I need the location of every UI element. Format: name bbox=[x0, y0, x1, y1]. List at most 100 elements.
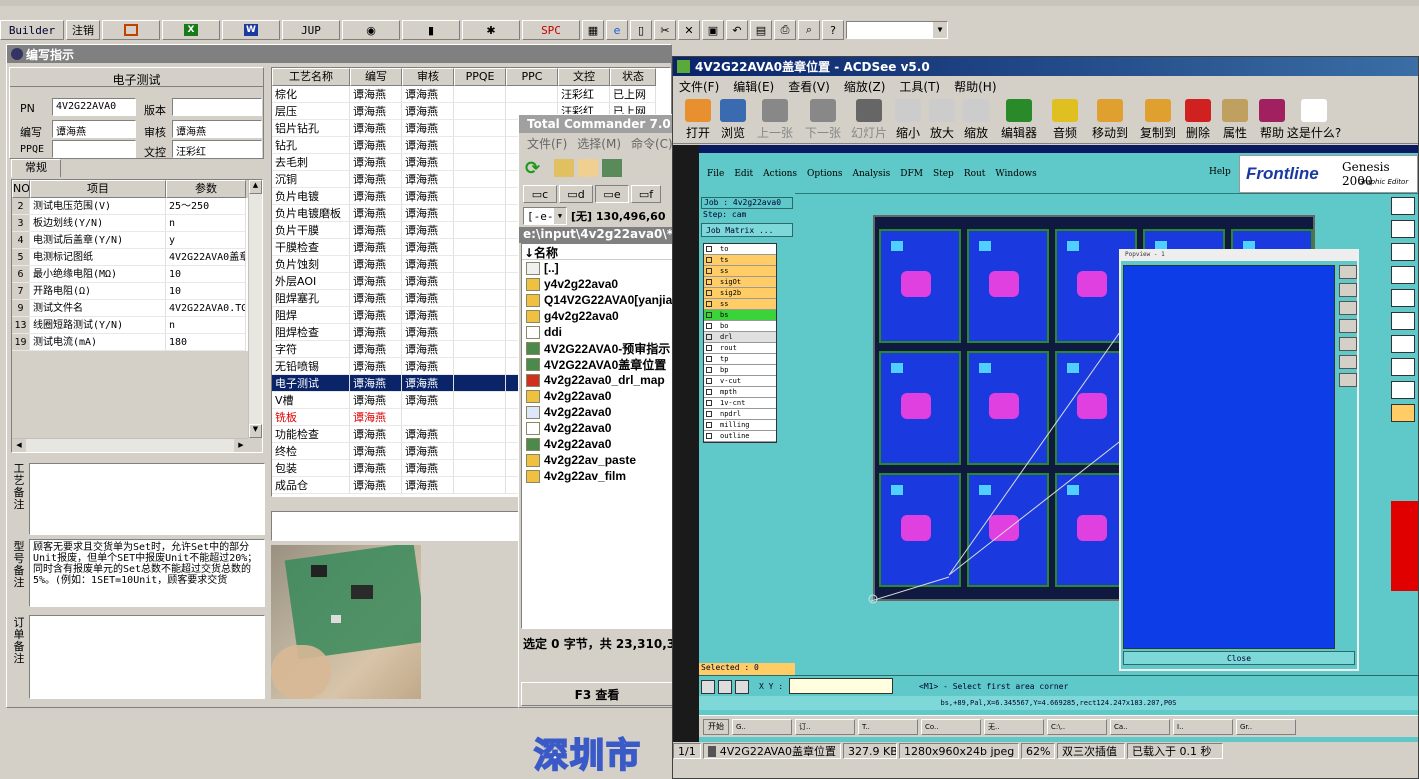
ppqe-field[interactable] bbox=[52, 140, 136, 158]
help-icon[interactable]: ? bbox=[822, 20, 844, 40]
process-input[interactable] bbox=[271, 511, 521, 541]
tc-file-item[interactable]: 4v2g22ava0 bbox=[526, 388, 672, 404]
layer-row[interactable]: milling bbox=[704, 420, 776, 431]
acdsee-tool-button[interactable]: 放大 bbox=[925, 99, 959, 143]
acdsee-menu-item[interactable]: 编辑(E) bbox=[733, 78, 774, 95]
taskbar-task[interactable]: Co.. bbox=[921, 718, 981, 735]
genesis-menu-item[interactable]: Actions bbox=[763, 169, 797, 179]
taskbar-task[interactable]: 订.. bbox=[795, 718, 855, 735]
tc-file-item[interactable]: y4v2g22ava0 bbox=[526, 276, 672, 292]
layer-row[interactable]: ss bbox=[704, 266, 776, 277]
layer-row[interactable]: mpth bbox=[704, 387, 776, 398]
acdsee-tool-button[interactable]: 幻灯片 bbox=[847, 99, 891, 143]
layer-row[interactable]: sig2b bbox=[704, 288, 776, 299]
layer-row[interactable]: npdrl bbox=[704, 409, 776, 420]
genesis-menu-item[interactable]: Options bbox=[807, 169, 842, 179]
save-icon[interactable]: ▣ bbox=[702, 20, 724, 40]
eye-icon[interactable]: ◉ bbox=[342, 20, 400, 40]
param-row[interactable]: 13 线圈短路测试(Y/N) n bbox=[12, 317, 262, 334]
calc-icon[interactable]: ▦ bbox=[582, 20, 604, 40]
taskbar-task[interactable]: I.. bbox=[1173, 718, 1233, 735]
acdsee-tool-button[interactable]: 音频 bbox=[1045, 99, 1085, 143]
genesis-menu-item[interactable]: DFM bbox=[900, 169, 923, 179]
genesis-menu-item[interactable]: File bbox=[707, 169, 724, 179]
jup-button[interactable]: JUP bbox=[282, 20, 340, 40]
drive-c-button[interactable]: ▭ c bbox=[523, 185, 557, 203]
param-row[interactable]: 7 开路电阻(Ω) 10 bbox=[12, 283, 262, 300]
acdsee-tool-button[interactable]: 编辑器 bbox=[993, 99, 1045, 143]
acdsee-tool-button[interactable]: 这是什么? bbox=[1287, 99, 1341, 143]
acdsee-tool-button[interactable]: 移动到 bbox=[1085, 99, 1135, 143]
tc-file-item[interactable]: Q14V2G22AVA0[yanjia bbox=[526, 292, 672, 308]
tc-path[interactable]: e:\input\4v2g22ava0\*.* bbox=[519, 227, 675, 243]
layer-row[interactable]: drl bbox=[704, 332, 776, 343]
process-header-4[interactable]: PPC bbox=[506, 68, 558, 86]
acdsee-tool-button[interactable]: 浏览 bbox=[715, 99, 751, 143]
param-row[interactable]: 9 测试文件名 4V2G22AVA0.TG bbox=[12, 300, 262, 317]
excel-icon[interactable]: X bbox=[162, 20, 220, 40]
database-icon[interactable]: ▮ bbox=[402, 20, 460, 40]
tc-file-item[interactable]: 4v2g22ava0 bbox=[526, 420, 672, 436]
writer-field[interactable]: 谭海燕 bbox=[52, 120, 136, 138]
view-icon[interactable] bbox=[554, 159, 575, 177]
genesis-menu-item[interactable]: Windows bbox=[995, 169, 1036, 179]
taskbar-task[interactable]: C:\.. bbox=[1047, 718, 1107, 735]
process-note-field[interactable] bbox=[29, 463, 265, 535]
acdsee-tool-button[interactable]: 删除 bbox=[1181, 99, 1215, 143]
close-x-icon[interactable]: ✕ bbox=[678, 20, 700, 40]
process-header-2[interactable]: 审核 bbox=[402, 68, 454, 86]
param-row[interactable]: 2 测试电压范围(V) 25～250 bbox=[12, 198, 262, 215]
job-matrix-button[interactable]: Job Matrix ... bbox=[701, 223, 793, 237]
params-vscroll[interactable]: ▲ ▼ bbox=[248, 180, 262, 438]
powerpoint-icon[interactable] bbox=[102, 20, 160, 40]
tc-menu-command[interactable]: 命令(C) bbox=[631, 135, 673, 152]
acdsee-tool-button[interactable]: 打开 bbox=[681, 99, 715, 143]
pn-field[interactable]: 4V2G22AVA0 bbox=[52, 98, 136, 116]
layer-row[interactable]: ss bbox=[704, 299, 776, 310]
reviewer-field[interactable]: 谭海燕 bbox=[172, 120, 262, 138]
layer-row[interactable]: bo bbox=[704, 321, 776, 332]
toolbar-combo[interactable]: ▼ bbox=[846, 21, 948, 39]
find-icon[interactable]: ⌕ bbox=[798, 20, 820, 40]
f3-view-button[interactable]: F3 查看 bbox=[521, 682, 673, 706]
layer-row[interactable]: bs bbox=[704, 310, 776, 321]
cut-icon[interactable]: ✂ bbox=[654, 20, 676, 40]
tc-file-item[interactable]: 4v2g22ava0 bbox=[526, 404, 672, 420]
acdsee-tool-button[interactable]: 帮助 bbox=[1255, 99, 1289, 143]
acdsee-menu-item[interactable]: 帮助(H) bbox=[954, 78, 996, 95]
tc-file-item[interactable]: ddi bbox=[526, 324, 672, 340]
start-button[interactable]: 开始 bbox=[703, 718, 729, 735]
tc-file-item[interactable]: [..] bbox=[526, 260, 672, 276]
layer-row[interactable]: sigOt bbox=[704, 277, 776, 288]
process-header-3[interactable]: PPQE bbox=[454, 68, 506, 86]
process-row[interactable]: 棕化 谭海燕 谭海燕 汪彩红 已上网 bbox=[272, 86, 670, 103]
tc-file-item[interactable]: 4v2g22av_paste bbox=[526, 452, 672, 468]
acdsee-tool-button[interactable]: 上一张 bbox=[751, 99, 799, 143]
acdsee-tool-button[interactable]: 缩小 bbox=[891, 99, 925, 143]
refresh-icon[interactable]: ⟳ bbox=[525, 158, 540, 179]
process-header-6[interactable]: 状态 bbox=[610, 68, 656, 86]
word-icon[interactable]: W bbox=[222, 20, 280, 40]
tc-file-item[interactable]: 4V2G22AVA0-预审指示 bbox=[526, 340, 672, 356]
tc-col-name[interactable]: ↓名称 bbox=[522, 244, 672, 260]
tc-menu-select[interactable]: 选择(M) bbox=[577, 135, 621, 152]
genesis-xy-field[interactable] bbox=[789, 678, 893, 694]
layer-row[interactable]: bp bbox=[704, 365, 776, 376]
taskbar-task[interactable]: Gr.. bbox=[1236, 718, 1296, 735]
tc-menu-file[interactable]: 文件(F) bbox=[527, 135, 567, 152]
new-icon[interactable]: ▯ bbox=[630, 20, 652, 40]
taskbar-task[interactable]: G.. bbox=[732, 718, 792, 735]
genesis-menu-item[interactable]: Step bbox=[933, 169, 954, 179]
tc-file-item[interactable]: g4v2g22ava0 bbox=[526, 308, 672, 324]
taskbar-task[interactable]: 无.. bbox=[984, 718, 1044, 735]
acdsee-menu-item[interactable]: 文件(F) bbox=[679, 78, 719, 95]
spc-button[interactable]: SPC bbox=[522, 20, 580, 40]
taskbar-task[interactable]: T.. bbox=[858, 718, 918, 735]
layer-row[interactable]: tp bbox=[704, 354, 776, 365]
genesis-menu-item[interactable]: Edit bbox=[734, 169, 753, 179]
preview-icon[interactable]: ▤ bbox=[750, 20, 772, 40]
acdsee-menu-item[interactable]: 查看(V) bbox=[788, 78, 830, 95]
tc-file-item[interactable]: 4v2g22ava0_drl_map bbox=[526, 372, 672, 388]
tc-file-item[interactable]: 4v2g22av_film bbox=[526, 468, 672, 484]
acdsee-menu-item[interactable]: 缩放(Z) bbox=[844, 78, 886, 95]
